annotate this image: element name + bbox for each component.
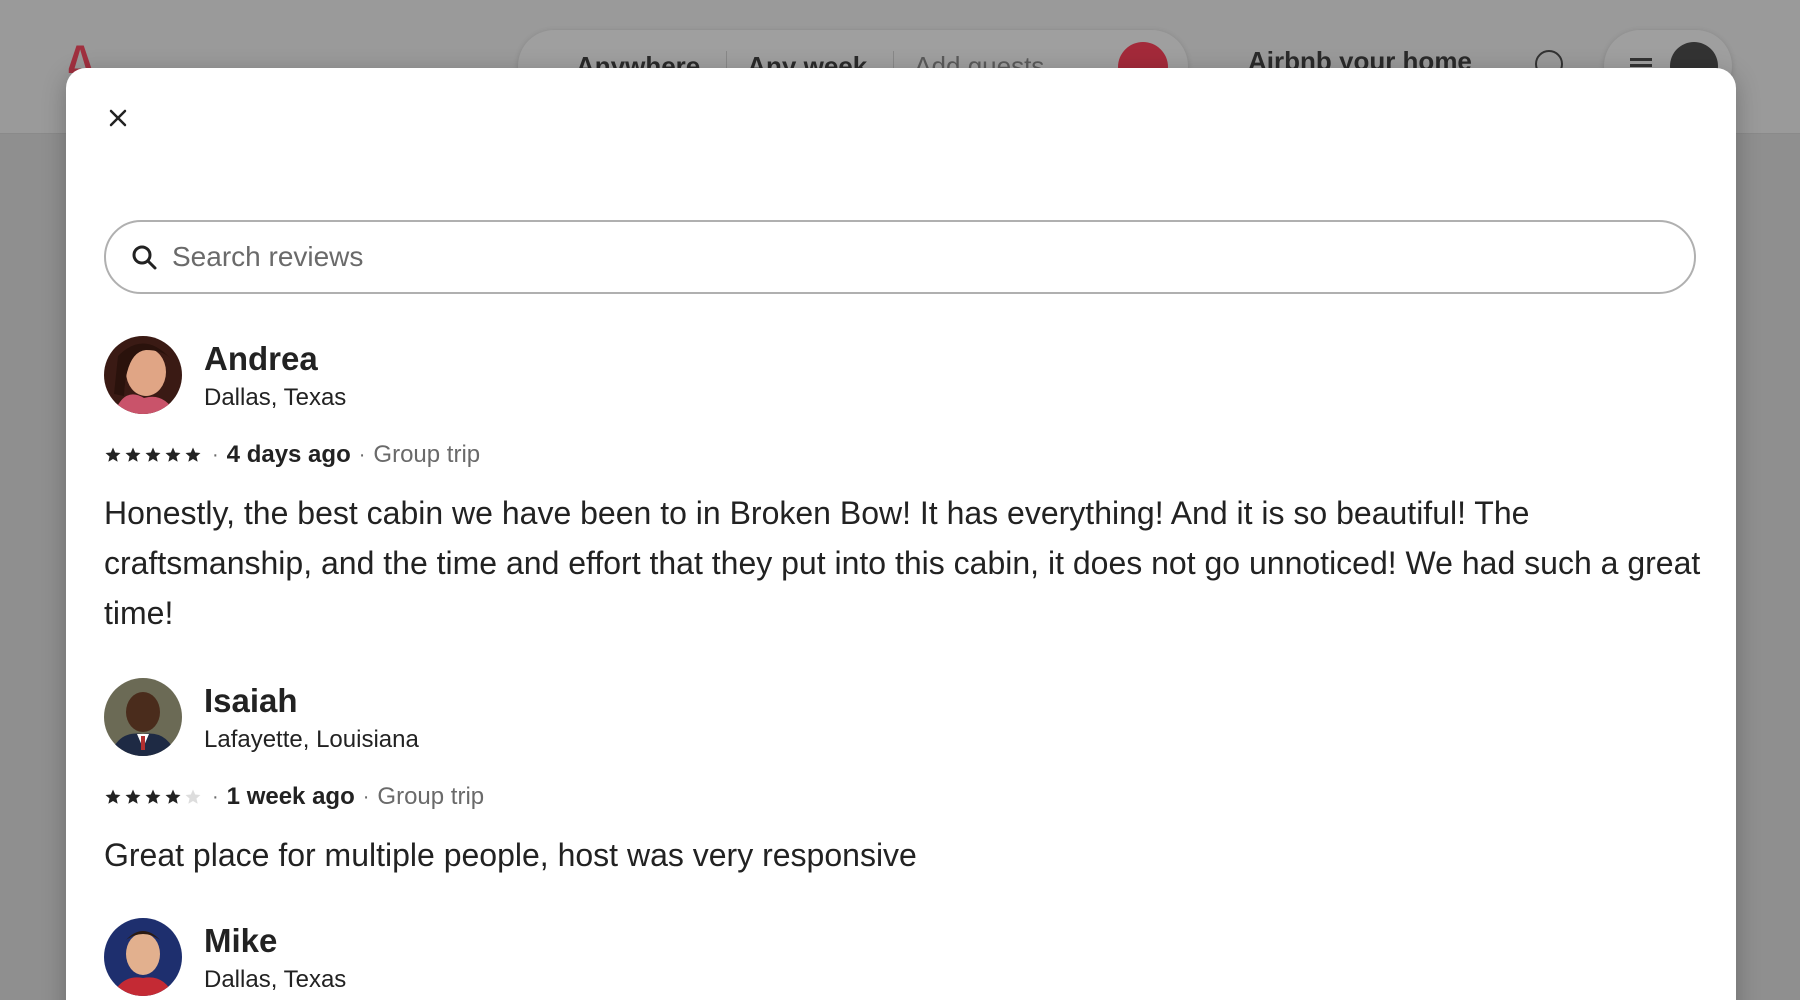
review-meta: · 1 week ago · Group trip [104,782,1704,812]
star-icon [185,789,201,804]
search-reviews-input[interactable] [172,241,1672,273]
search-reviews-box[interactable] [104,220,1696,294]
review-meta: · 4 days ago · Group trip [104,440,1704,470]
star-rating [104,446,204,464]
avatar[interactable] [104,336,182,414]
reviewer-location: Lafayette, Louisiana [204,726,419,753]
search-icon [132,245,157,270]
star-rating [104,788,204,806]
review-date: 4 days ago [226,441,351,468]
star-icon [105,789,121,804]
star-icon [125,447,141,462]
star-icon [165,789,181,804]
review-date: 1 week ago [226,783,355,810]
review-item: Mike Dallas, Texas [104,918,1704,998]
star-icon [125,789,141,804]
star-icon [165,447,181,462]
star-icon [185,447,201,462]
reviews-modal: Andrea Dallas, Texas · 4 days ago · Grou… [66,68,1736,1000]
close-button[interactable] [96,96,140,140]
reviewer-name: Mike [204,922,278,959]
separator-dot: · [212,443,219,466]
avatar[interactable] [104,678,182,756]
review-item: Isaiah Lafayette, Louisiana · 1 week ago… [104,678,1704,880]
reviewer-location: Dallas, Texas [204,384,347,411]
reviewer-name: Andrea [204,340,318,377]
trip-type: Group trip [377,783,485,810]
trip-type: Group trip [373,441,481,468]
review-text: Great place for multiple people, host wa… [104,837,917,873]
reviewer-name: Isaiah [204,682,298,719]
separator-dot: · [212,785,219,808]
close-icon [109,109,127,127]
avatar[interactable] [104,918,182,996]
star-icon [105,447,121,462]
separator-dot: · [362,785,370,808]
separator-dot: · [358,443,366,466]
reviewer-location: Dallas, Texas [204,966,347,993]
star-icon [145,789,161,804]
review-text: Honestly, the best cabin we have been to… [104,495,1701,631]
star-icon [145,447,161,462]
review-item: Andrea Dallas, Texas · 4 days ago · Grou… [104,336,1704,638]
